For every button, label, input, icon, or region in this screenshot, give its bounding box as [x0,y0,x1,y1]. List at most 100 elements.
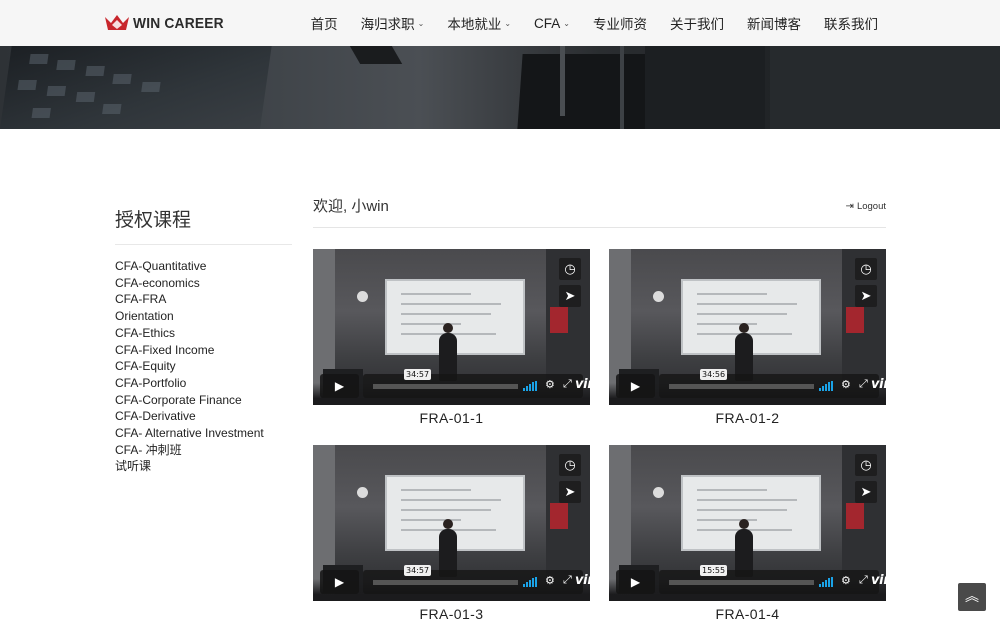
chevron-down-icon: ⌄ [504,18,512,28]
video-player[interactable]: ◷ ➤ ▶ 34:56 ⚙ ⤢ vimeo [609,249,886,405]
watch-later-icon[interactable]: ◷ [855,258,877,280]
fullscreen-icon[interactable]: ⤢ [859,378,868,391]
video-duration: 15:55 [700,565,728,576]
welcome-message: 欢迎, 小win [313,198,389,215]
progress-bar[interactable] [669,384,814,389]
fullscreen-icon[interactable]: ⤢ [563,378,572,391]
play-button[interactable]: ▶ [320,570,359,594]
video-duration: 34:57 [404,565,432,576]
settings-gear-icon[interactable]: ⚙ [841,378,851,391]
video-card: ◷ ➤ ▶ 34:57 ⚙ ⤢ vimeo FRA-01-3 [313,445,590,622]
watch-later-icon[interactable]: ◷ [855,454,877,476]
sidebar-title: 授权课程 [115,210,192,231]
course-list: CFA-Quantitative CFA-economics CFA-FRA O… [115,258,292,475]
video-duration: 34:56 [700,369,728,380]
watch-later-icon[interactable]: ◷ [559,258,581,280]
nav-label: 首页 [310,17,338,32]
progress-bar[interactable] [669,580,814,585]
nav-item-cfa[interactable]: CFA ⌄ [534,16,570,31]
nav-label: 新闻博客 [747,17,801,32]
share-icon[interactable]: ➤ [855,285,877,307]
player-controls: ▶ 34:57 ⚙ ⤢ vimeo [320,565,590,594]
course-link[interactable]: CFA-Corporate Finance [115,392,292,409]
course-link[interactable]: CFA-Derivative [115,408,292,425]
course-link[interactable]: CFA-Portfolio [115,375,292,392]
nav-label: CFA [534,15,561,31]
volume-icon[interactable] [819,381,834,391]
control-bar: 34:57 ⚙ ⤢ vimeo [363,565,590,594]
settings-gear-icon[interactable]: ⚙ [545,574,555,587]
nav-label: 专业师资 [593,17,647,32]
vimeo-logo[interactable]: vimeo [575,573,590,588]
sign-out-icon: ⇥ [845,201,854,212]
video-player[interactable]: ◷ ➤ ▶ 34:57 ⚙ ⤢ vimeo [313,445,590,601]
video-title[interactable]: FRA-01-4 [609,606,886,622]
control-bar: 34:56 ⚙ ⤢ vimeo [659,369,886,398]
share-icon[interactable]: ➤ [559,481,581,503]
logout-link[interactable]: ⇥ Logout [846,201,886,212]
hero-banner [0,46,1000,129]
share-icon[interactable]: ➤ [559,285,581,307]
divider [313,227,886,228]
nav-item-blog[interactable]: 新闻博客 [747,13,801,33]
banner-building [349,46,403,64]
course-link[interactable]: 试听课 [115,458,292,475]
settings-gear-icon[interactable]: ⚙ [545,378,555,391]
progress-bar[interactable] [373,384,518,389]
nav-item-about[interactable]: 关于我们 [670,13,724,33]
chevron-down-icon: ⌄ [563,18,570,28]
course-link[interactable]: CFA-Fixed Income [115,342,292,359]
chevron-down-icon: ⌄ [417,18,425,28]
video-player[interactable]: ◷ ➤ ▶ 15:55 ⚙ ⤢ vimeo [609,445,886,601]
play-button[interactable]: ▶ [616,570,655,594]
vimeo-logo[interactable]: vimeo [871,573,886,588]
course-link[interactable]: CFA- Alternative Investment [115,425,292,442]
nav-item-faculty[interactable]: 专业师资 [593,13,647,33]
banner-building [0,46,272,129]
progress-bar[interactable] [373,580,518,585]
video-title[interactable]: FRA-01-2 [609,410,886,426]
nav-label: 海归求职 [360,17,415,32]
player-controls: ▶ 34:57 ⚙ ⤢ vimeo [320,369,590,398]
settings-gear-icon[interactable]: ⚙ [841,574,851,587]
player-controls: ▶ 15:55 ⚙ ⤢ vimeo [616,565,886,594]
watch-later-icon[interactable]: ◷ [559,454,581,476]
video-player[interactable]: ◷ ➤ ▶ 34:57 ⚙ ⤢ vimeo [313,249,590,405]
vimeo-logo[interactable]: vimeo [575,377,590,392]
play-button[interactable]: ▶ [616,374,655,398]
control-bar: 34:57 ⚙ ⤢ vimeo [363,369,590,398]
nav-label: 本地就业 [447,17,502,32]
fullscreen-icon[interactable]: ⤢ [563,574,572,587]
share-icon[interactable]: ➤ [855,481,877,503]
volume-icon[interactable] [523,381,538,391]
course-link[interactable]: CFA-economics [115,275,292,292]
site-header: WIN CAREER 首页 海归求职 ⌄ 本地就业 ⌄ CFA ⌄ 专业师资 关于我们… [0,0,1000,46]
video-title[interactable]: FRA-01-1 [313,410,590,426]
fullscreen-icon[interactable]: ⤢ [859,574,868,587]
video-card: ◷ ➤ ▶ 34:57 ⚙ ⤢ vimeo FRA-01-1 [313,249,590,426]
course-link[interactable]: CFA- 冲刺班 [115,442,292,459]
course-link[interactable]: CFA-FRA [115,291,292,308]
volume-icon[interactable] [523,577,538,587]
nav-item-contact[interactable]: 联系我们 [824,13,878,33]
divider [115,244,292,245]
logo-text: WIN CAREER [133,14,224,32]
nav-item-home[interactable]: 首页 [311,13,338,33]
course-link[interactable]: CFA-Ethics [115,325,292,342]
course-link[interactable]: CFA-Quantitative [115,258,292,275]
course-link[interactable]: CFA-Equity [115,358,292,375]
nav-item-overseas-jobs[interactable]: 海归求职 ⌄ [361,13,425,33]
back-to-top-button[interactable]: ︽ [958,583,986,611]
video-card: ◷ ➤ ▶ 15:55 ⚙ ⤢ vimeo FRA-01-4 [609,445,886,622]
nav-item-local-jobs[interactable]: 本地就业 ⌄ [447,13,511,33]
logo[interactable]: WIN CAREER [104,13,232,33]
video-title[interactable]: FRA-01-3 [313,606,590,622]
banner-building [770,46,1000,129]
course-link[interactable]: Orientation [115,308,292,325]
volume-icon[interactable] [819,577,834,587]
banner-building [645,46,765,129]
logout-label: Logout [856,201,886,212]
banner-building [620,46,624,129]
play-button[interactable]: ▶ [320,374,359,398]
vimeo-logo[interactable]: vimeo [871,377,886,392]
